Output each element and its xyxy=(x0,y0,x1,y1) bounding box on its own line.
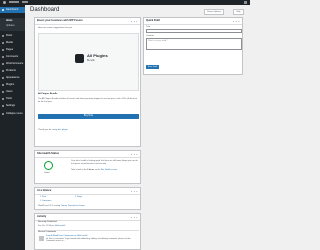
sidebar-item-tools[interactable]: Tools xyxy=(0,96,25,102)
glance-comments-link[interactable]: 1 Comment xyxy=(40,200,51,203)
admin-bar xyxy=(0,0,250,5)
widget-title: Site Health Status xyxy=(37,152,60,155)
sidebar-item-users[interactable]: Users xyxy=(0,89,25,95)
glance-pages-link[interactable]: 1 Page xyxy=(75,196,82,199)
collapse-menu-button[interactable]: Collapse menu xyxy=(0,111,25,117)
draft-title-input[interactable] xyxy=(146,29,242,33)
widget-header: Boost your business with WP Fusion ▴ ▾ ▴ xyxy=(35,18,140,25)
plugin-logo-text: All Plugins xyxy=(87,53,108,58)
help-button[interactable]: Help xyxy=(233,9,244,15)
widget-title: Quick Draft xyxy=(146,19,160,22)
health-message: Your site's health is looking good, but … xyxy=(71,160,138,165)
wordpress-logo-icon[interactable] xyxy=(3,1,6,4)
plugin-description: The All Plugins Bundle includes all curr… xyxy=(38,98,137,103)
health-link-line: Take a look at the 5 items on the Site H… xyxy=(71,169,118,171)
sidebar-item-woocommerce[interactable]: WooCommerce xyxy=(0,61,25,67)
sidebar-item-media[interactable]: Media xyxy=(0,40,25,46)
quick-draft-widget: Quick Draft ▴ ▾ ▴ Title Content What's o… xyxy=(143,17,243,75)
recently-published-heading: Recently Published xyxy=(38,221,57,223)
screen-options-button[interactable]: Screen Options xyxy=(204,9,224,15)
buy-now-button[interactable]: Buy Now xyxy=(38,114,139,119)
sidebar-item-posts[interactable]: Posts xyxy=(0,33,25,39)
commenter-avatar xyxy=(39,236,44,241)
widget-title: Boost your business with WP Fusion xyxy=(37,19,83,22)
sidebar-item-comments[interactable]: Comments xyxy=(0,54,25,60)
health-status-icon xyxy=(44,161,53,170)
sidebar-item-dashboard[interactable]: Dashboard xyxy=(0,7,25,13)
submenu-item-home[interactable]: Home xyxy=(6,20,12,22)
submenu-item-updates[interactable]: Updates xyxy=(6,25,15,27)
products-icon xyxy=(2,70,4,72)
posts-icon xyxy=(2,35,4,37)
sidebar-item-products[interactable]: Products xyxy=(0,68,25,74)
widget-footer: Thank you for using this plugin xyxy=(38,129,68,131)
page-title: Dashboard xyxy=(30,7,60,13)
widget-controls[interactable]: ▴ ▾ ▴ xyxy=(131,153,138,156)
glance-posts-link[interactable]: 1 Post xyxy=(40,196,46,199)
health-status-label: Good xyxy=(44,172,50,174)
new-content-link[interactable] xyxy=(22,1,28,3)
all-plugins-widget: Boost your business with WP Fusion ▴ ▾ ▴… xyxy=(34,17,141,147)
widget-controls[interactable]: ▴ ▾ ▴ xyxy=(233,20,240,23)
appearance-icon xyxy=(2,77,4,79)
widget-header: Site Health Status ▴ ▾ ▴ xyxy=(35,151,140,158)
widget-controls[interactable]: ▴ ▾ ▴ xyxy=(131,190,138,193)
settings-icon xyxy=(2,105,4,107)
sidebar-item-settings[interactable]: Settings xyxy=(0,103,25,109)
dashboard-icon xyxy=(2,9,4,11)
users-icon xyxy=(2,91,4,93)
site-health-widget: Site Health Status ▴ ▾ ▴ Good Your site'… xyxy=(34,150,141,184)
widget-controls[interactable]: ▴ ▾ ▴ xyxy=(131,20,138,23)
widget-title: Activity xyxy=(37,215,47,218)
theme-link[interactable]: Twenty Twenty-Four theme. xyxy=(61,205,86,207)
site-name-link[interactable] xyxy=(9,1,19,3)
comment-excerpt: Hi, this is a comment. To get started wi… xyxy=(46,238,131,243)
sidebar-item-plugins[interactable]: Plugins xyxy=(0,82,25,88)
recent-comments-heading: Recent Comments xyxy=(38,231,57,233)
site-health-link[interactable]: Site Health screen xyxy=(101,169,117,171)
plugin-logo-subtitle: Bundle xyxy=(87,59,95,62)
sidebar-item-appearance[interactable]: Appearance xyxy=(0,75,25,81)
published-post-link[interactable]: Hello world! xyxy=(55,225,65,227)
glance-footer: WordPress 6.4.2 running Twenty Twenty-Fo… xyxy=(38,205,86,207)
at-a-glance-widget: At a Glance ▴ ▾ ▴ 1 Post 1 Page 1 Commen… xyxy=(34,187,141,210)
media-icon xyxy=(2,42,4,44)
widget-subtitle: Here are some suggestions for you xyxy=(38,27,73,29)
save-draft-button[interactable]: Save Draft xyxy=(146,65,159,69)
plugin-section-title: All Plugins Bundle xyxy=(38,93,58,95)
published-entry: Dec 5th, 12:30 pm Hello world! xyxy=(38,225,66,227)
admin-sidebar: Dashboard Home Updates Posts Media Pages… xyxy=(0,5,25,250)
collapse-icon xyxy=(2,113,4,115)
widget-header: At a Glance ▴ ▾ ▴ xyxy=(35,188,140,195)
pages-icon xyxy=(2,49,4,51)
woocommerce-icon xyxy=(2,63,4,65)
plugin-card[interactable]: All Plugins Bundle xyxy=(38,33,139,91)
user-avatar[interactable] xyxy=(244,1,247,4)
widget-header: Activity ▴ ▾ ▴ xyxy=(35,214,140,221)
widget-controls[interactable]: ▴ ▾ ▴ xyxy=(131,216,138,219)
plugin-link[interactable]: this plugin xyxy=(58,129,68,131)
tools-icon xyxy=(2,98,4,100)
widget-header: Quick Draft ▴ ▾ ▴ xyxy=(144,18,242,25)
dashboard-submenu: Home Updates xyxy=(0,18,25,31)
widget-title: At a Glance xyxy=(37,189,52,192)
sidebar-item-pages[interactable]: Pages xyxy=(0,47,25,53)
comments-icon xyxy=(2,56,4,58)
draft-content-textarea[interactable]: What's on your mind? xyxy=(146,38,242,50)
plugins-icon xyxy=(2,84,4,86)
all-plugins-logo-icon xyxy=(75,54,84,63)
activity-widget: Activity ▴ ▾ ▴ Recently Published Dec 5t… xyxy=(34,213,141,250)
